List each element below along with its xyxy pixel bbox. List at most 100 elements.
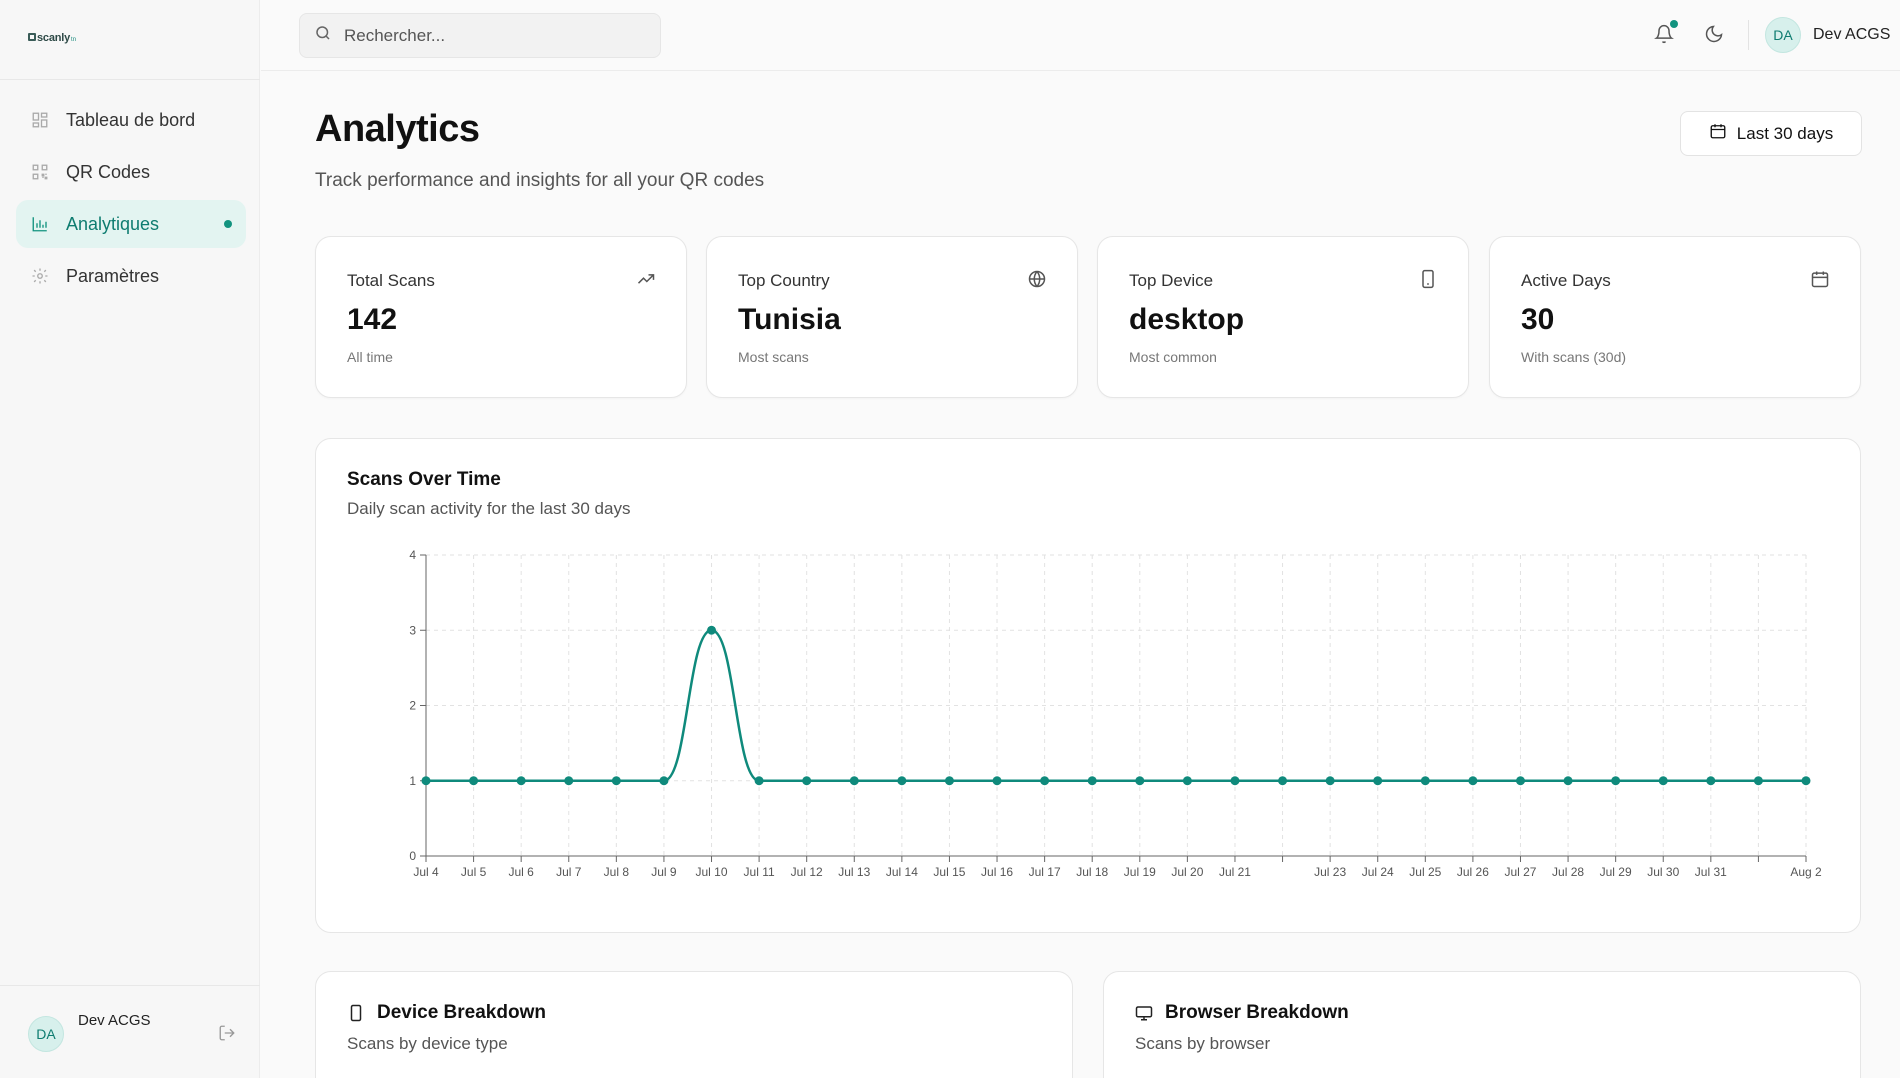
stat-label: Top Device	[1129, 271, 1214, 290]
stat-note: Most scans	[738, 349, 809, 365]
x-tick-label: Jul 27	[1504, 865, 1536, 879]
sidebar-user: DA Dev ACGS	[28, 1012, 238, 1054]
smartphone-icon	[347, 1004, 367, 1024]
x-tick-label: Jul 26	[1457, 865, 1489, 879]
stat-value: 142	[347, 303, 398, 336]
data-point	[944, 776, 954, 786]
data-point	[469, 776, 479, 786]
notification-bell-icon[interactable]	[1654, 20, 1678, 46]
x-tick-label: Jul 11	[744, 865, 775, 879]
x-tick-label: Jul 31	[1695, 865, 1727, 879]
stat-label: Top Country	[738, 271, 830, 290]
x-tick-label: Jul 12	[791, 865, 823, 879]
data-point	[1278, 776, 1288, 786]
sidebar-item-label: QR Codes	[66, 161, 151, 182]
brand-logo[interactable]: scanly tn	[28, 32, 76, 44]
x-tick-label: Jul 7	[556, 865, 582, 879]
dark-mode-moon-icon[interactable]	[1704, 24, 1726, 46]
search-input[interactable]	[344, 25, 644, 46]
x-tick-label: Jul 16	[981, 865, 1013, 879]
stat-note: Most common	[1129, 349, 1217, 365]
card-title: Device Breakdown	[377, 1002, 546, 1023]
page-subtitle: Track performance and insights for all y…	[315, 170, 765, 191]
sidebar-item-settings[interactable]: Paramètres	[16, 252, 246, 300]
date-range-label: Last 30 days	[1736, 123, 1834, 143]
y-tick-label: 1	[409, 774, 416, 788]
x-tick-label: Jul 5	[461, 865, 487, 879]
globe-icon	[1027, 269, 1047, 289]
sidebar-nav: Tableau de bord QR Codes Analytiques Par…	[16, 96, 246, 304]
x-tick-label: Jul 14	[886, 865, 918, 879]
stat-label: Active Days	[1521, 271, 1611, 290]
card-subtitle: Scans by device type	[347, 1034, 508, 1053]
sidebar-divider	[0, 985, 260, 986]
monitor-icon	[1135, 1004, 1155, 1024]
sidebar-item-qr-codes[interactable]: QR Codes	[16, 148, 246, 196]
x-tick-label: Jul 8	[604, 865, 630, 879]
search-box[interactable]	[299, 13, 661, 58]
x-tick-label: Jul 30	[1647, 865, 1679, 879]
active-indicator-dot	[224, 220, 232, 228]
data-point	[1515, 776, 1525, 786]
y-tick-label: 2	[409, 699, 416, 713]
brand-name: scanly	[37, 32, 71, 44]
sidebar-item-label: Paramètres	[66, 265, 160, 286]
stat-note: All time	[347, 349, 393, 365]
x-tick-label: Jul 13	[838, 865, 870, 879]
card-title: Browser Breakdown	[1165, 1002, 1349, 1023]
x-tick-label: Jul 25	[1409, 865, 1441, 879]
date-range-button[interactable]: Last 30 days	[1680, 111, 1862, 156]
data-point	[802, 776, 812, 786]
stat-card-top-country: Top Country Tunisia Most scans	[706, 236, 1078, 398]
settings-icon	[30, 266, 50, 286]
data-point	[1468, 776, 1478, 786]
sidebar-item-dashboard[interactable]: Tableau de bord	[16, 96, 246, 144]
card-subtitle: Scans by browser	[1135, 1034, 1271, 1053]
notification-badge	[1670, 20, 1678, 28]
stat-card-top-device: Top Device desktop Most common	[1097, 236, 1469, 398]
avatar[interactable]: DA	[28, 1016, 64, 1052]
device-breakdown-card: Device Breakdown Scans by device type	[315, 971, 1073, 1078]
data-point	[1420, 776, 1430, 786]
x-tick-label: Aug 2	[1790, 865, 1822, 879]
y-tick-label: 0	[409, 849, 416, 863]
smartphone-icon	[1418, 269, 1438, 289]
y-tick-label: 4	[409, 548, 416, 562]
x-tick-label: Jul 17	[1029, 865, 1061, 879]
data-point	[897, 776, 907, 786]
x-tick-label: Jul 20	[1171, 865, 1203, 879]
data-point	[849, 776, 859, 786]
logout-icon[interactable]	[218, 1024, 238, 1044]
user-menu[interactable]: DA Dev ACGS	[1765, 17, 1890, 53]
browser-breakdown-card: Browser Breakdown Scans by browser	[1103, 971, 1861, 1078]
data-point	[1611, 776, 1621, 786]
x-tick-label: Jul 18	[1076, 865, 1108, 879]
qr-code-icon	[30, 162, 50, 182]
data-point	[611, 776, 621, 786]
search-icon	[314, 24, 332, 47]
logo-mark-icon	[28, 33, 36, 41]
scans-line-chart: 0 1 2 3 4 Jul 4 Jul 5 Jul 6 Jul 7 Jul 8 Jul 9 Jul 1…	[409, 548, 1822, 879]
trending-up-icon	[636, 269, 656, 289]
data-point	[659, 776, 669, 786]
topbar: DA Dev ACGS	[261, 0, 1900, 71]
x-tick-label: Jul 15	[933, 865, 965, 879]
sidebar-user-name: Dev ACGS	[78, 1012, 151, 1029]
x-tick-label: Jul 21	[1219, 865, 1251, 879]
sidebar-item-label: Analytiques	[66, 213, 160, 234]
data-point	[1040, 776, 1050, 786]
topbar-divider	[1748, 20, 1749, 50]
x-tick-label: Jul 6	[508, 865, 534, 879]
data-point	[1135, 776, 1145, 786]
x-tick-label: Jul 9	[651, 865, 677, 879]
avatar: DA	[1765, 17, 1801, 53]
sidebar-item-label: Tableau de bord	[66, 109, 196, 130]
sidebar-divider	[0, 79, 260, 80]
calendar-icon	[1709, 122, 1727, 145]
x-tick-label: Jul 24	[1362, 865, 1394, 879]
analytics-icon	[30, 214, 50, 234]
sidebar-item-analytics[interactable]: Analytiques	[16, 200, 246, 248]
data-point	[754, 776, 764, 786]
data-point	[1230, 776, 1240, 786]
data-point	[992, 776, 1002, 786]
